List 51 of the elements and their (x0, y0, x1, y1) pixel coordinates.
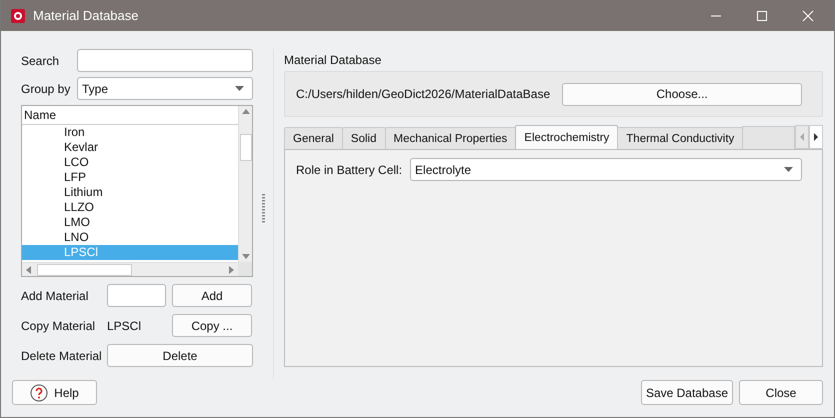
section-label: Material Database (284, 53, 382, 67)
choose-button[interactable]: Choose... (562, 82, 802, 106)
search-field[interactable] (77, 49, 253, 72)
maximize-icon[interactable] (756, 10, 768, 22)
column-header[interactable]: Name (22, 106, 238, 125)
tab[interactable]: Thermal Conductivity (617, 127, 744, 149)
window-title: Material Database (33, 8, 138, 23)
copy-material-label: Copy Material (21, 318, 96, 332)
close-button[interactable]: Close (739, 380, 823, 405)
help-button[interactable]: Help (12, 380, 97, 405)
tab[interactable]: Mechanical Properties (384, 127, 516, 149)
list-item[interactable]: LNO (22, 230, 238, 245)
list-item[interactable]: LCO (22, 155, 238, 170)
copy-source-text: LPSCl (107, 318, 142, 332)
horizontal-scrollbar[interactable] (22, 262, 238, 276)
list-item[interactable]: Lithium (22, 185, 238, 200)
search-label: Search (21, 54, 60, 68)
scroll-left-icon[interactable] (26, 266, 31, 274)
help-icon (30, 384, 48, 402)
tab[interactable]: Solid (342, 127, 386, 149)
role-label: Role in Battery Cell: (296, 162, 402, 176)
scroll-down-icon[interactable] (242, 254, 250, 259)
role-dropdown[interactable]: Electrolyte (410, 158, 802, 181)
save-database-button[interactable]: Save Database (640, 380, 733, 405)
add-material-label: Add Material (21, 288, 90, 302)
list-item[interactable]: LMO (22, 215, 238, 230)
dropdown-arrow-icon (235, 86, 244, 91)
tab[interactable]: Electrochemistry (515, 125, 618, 149)
tab[interactable]: General (284, 127, 343, 149)
database-path-text: C:/Users/hilden/GeoDict2026/MaterialDataBase (296, 87, 550, 101)
list-item[interactable]: Iron (22, 125, 238, 140)
group-by-label: Group by (21, 82, 72, 96)
scrollbar-thumb[interactable] (37, 264, 132, 276)
copy-button[interactable]: Copy ... (172, 314, 252, 337)
scrollbar-thumb[interactable] (240, 134, 252, 161)
splitter-handle-icon[interactable] (262, 194, 264, 224)
close-icon[interactable] (802, 10, 814, 22)
vertical-scrollbar[interactable] (238, 106, 252, 262)
material-name-field[interactable] (107, 284, 166, 307)
list-item[interactable]: Kevlar (22, 140, 238, 155)
list-item[interactable]: LLZO (22, 200, 238, 215)
list-item[interactable]: LFP (22, 170, 238, 185)
group-by-dropdown[interactable]: Type (77, 77, 253, 100)
scrollbar-corner (238, 262, 252, 276)
dropdown-arrow-icon (784, 167, 793, 172)
add-button[interactable]: Add (172, 284, 252, 307)
delete-material-label: Delete Material (21, 348, 103, 362)
app-icon (11, 8, 25, 22)
delete-button[interactable]: Delete (107, 344, 253, 367)
scroll-up-icon[interactable] (242, 109, 250, 114)
scroll-right-icon[interactable] (809, 125, 823, 149)
